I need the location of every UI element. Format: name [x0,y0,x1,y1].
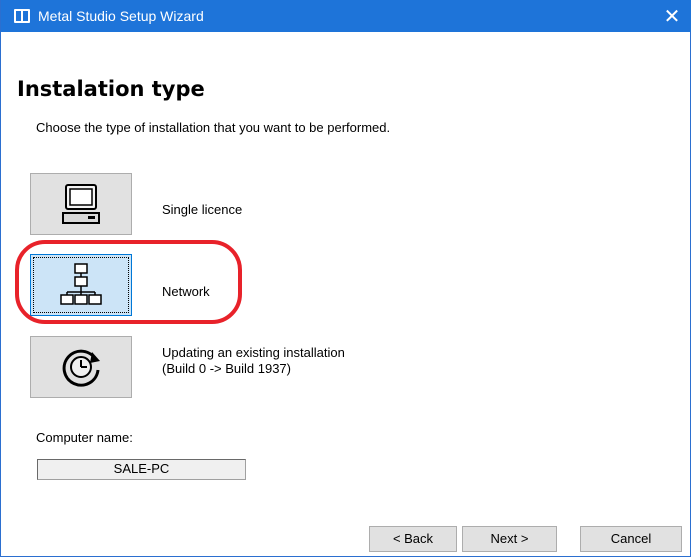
window-title: Metal Studio Setup Wizard [38,8,204,24]
update-installation-label: Updating an existing installation (Build… [162,345,345,377]
single-licence-label: Single licence [162,202,243,217]
update-label-line1: Updating an existing installation [162,345,345,360]
network-label: Network [162,284,210,299]
single-licence-button[interactable] [30,173,132,235]
app-logo-icon [14,9,30,23]
back-button[interactable]: < Back [369,526,457,552]
network-icon [60,263,102,305]
title-bar: Metal Studio Setup Wizard ✕ [1,0,691,32]
page-subtitle: Choose the type of installation that you… [36,120,391,135]
cancel-button[interactable]: Cancel [580,526,682,552]
update-icon [62,349,100,387]
page-title: Instalation type [17,77,205,101]
update-label-line2: (Build 0 -> Build 1937) [162,361,291,376]
computer-icon [62,184,100,224]
update-installation-button[interactable] [30,336,132,398]
next-button[interactable]: Next > [462,526,557,552]
setup-wizard-window: Metal Studio Setup Wizard ✕ Instalation … [0,0,691,557]
computer-name-field: SALE-PC [37,459,246,480]
computer-name-label: Computer name: [36,430,133,445]
network-button[interactable] [30,254,132,316]
close-button[interactable]: ✕ [652,0,691,32]
